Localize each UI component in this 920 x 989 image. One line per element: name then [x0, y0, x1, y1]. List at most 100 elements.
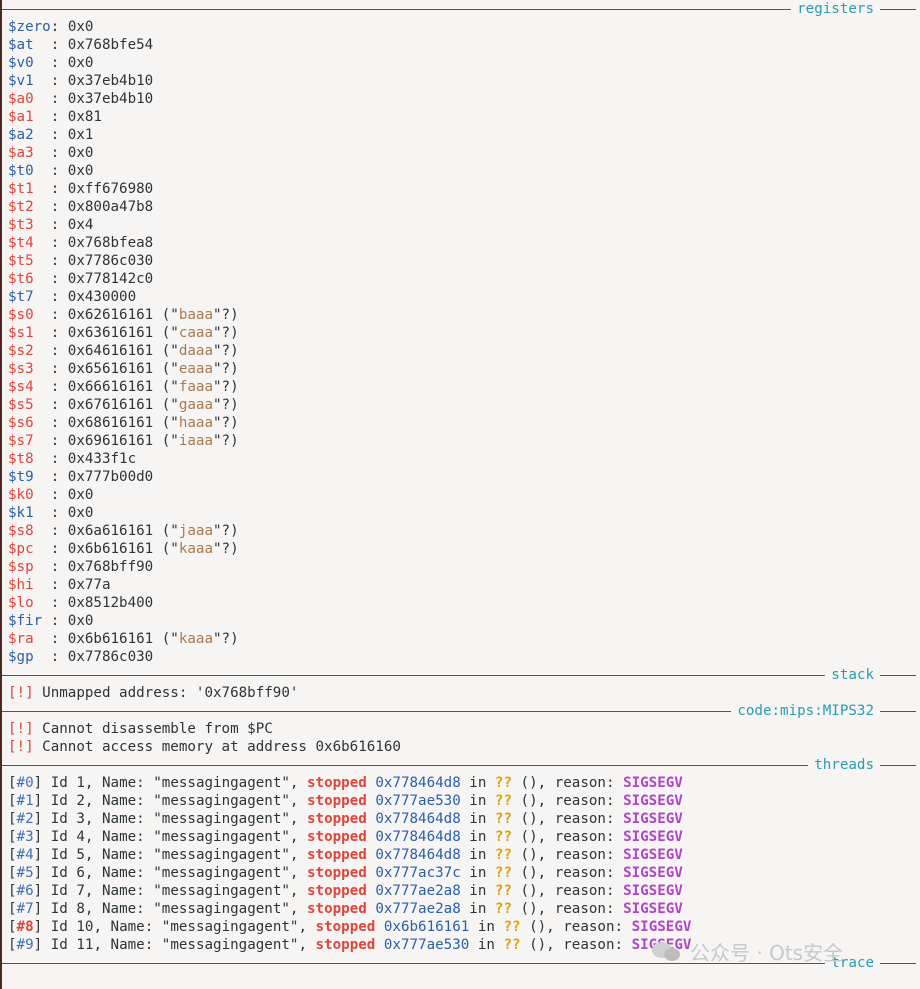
thread-address: 0x777ae530 [383, 937, 470, 953]
register-value: 0x81 [67, 109, 102, 125]
thread-row[interactable]: [#8] Id 10, Name: "messagingagent", stop… [8, 918, 920, 936]
thread-reason-label: (), reason: [512, 847, 624, 863]
register-string: daaa [178, 343, 214, 359]
thread-row[interactable]: [#2] Id 3, Name: "messagingagent", stopp… [8, 810, 920, 828]
thread-row[interactable]: [#0] Id 1, Name: "messagingagent", stopp… [8, 774, 920, 792]
register-value: 0x768bfe54 [67, 37, 154, 53]
thread-signal: SIGSEGV [623, 775, 683, 791]
code-header: code:mips:MIPS32 [2, 702, 920, 720]
thread-reason-label: (), reason: [512, 901, 624, 917]
register-value: 0x64616161 [67, 343, 154, 359]
thread-info: Id 10, Name: "messagingagent", [50, 919, 316, 935]
section-title-registers: registers [791, 0, 880, 18]
thread-row[interactable]: [#1] Id 2, Name: "messagingagent", stopp… [8, 792, 920, 810]
register-row: $pc : 0x6b616161 ("kaaa"?) [8, 541, 239, 557]
thread-row[interactable]: [#6] Id 7, Name: "messagingagent", stopp… [8, 882, 920, 900]
register-separator: : [33, 361, 68, 377]
thread-in: in [460, 883, 495, 899]
register-separator: : [33, 577, 68, 593]
thread-in: in [469, 919, 504, 935]
register-separator: : [33, 451, 68, 467]
thread-signal: SIGSEGV [623, 883, 683, 899]
thread-row[interactable]: [#5] Id 6, Name: "messagingagent", stopp… [8, 864, 920, 882]
thread-function: ?? [494, 901, 513, 917]
register-separator: : [33, 325, 68, 341]
register-row: $v0 : 0x0 [8, 54, 920, 72]
register-name: $s0 [8, 307, 34, 323]
thread-info: Id 5, Name: "messagingagent", [50, 847, 307, 863]
thread-signal: SIGSEGV [623, 901, 683, 917]
thread-function: ?? [494, 829, 513, 845]
register-separator: : [33, 649, 68, 665]
register-value: 0x0 [67, 505, 94, 521]
thread-state: stopped [306, 865, 367, 881]
register-separator: : [33, 271, 68, 287]
code-message-text: Cannot access memory at address 0x6b6161… [42, 739, 401, 755]
register-value: 0x7786c030 [67, 253, 154, 269]
register-name: $a3 [8, 145, 34, 161]
register-value: 0x1 [67, 127, 94, 143]
thread-in: in [460, 865, 495, 881]
register-row: $s5 : 0x67616161 ("gaaa"?) [8, 397, 239, 413]
register-row: $k0 : 0x0 [8, 486, 920, 504]
register-separator: : [33, 397, 68, 413]
thread-info: Id 4, Name: "messagingagent", [50, 829, 307, 845]
register-separator: : [33, 91, 68, 107]
register-value: 0x6b616161 [67, 631, 154, 647]
register-value: 0x777b00d0 [67, 469, 154, 485]
thread-address: 0x777ae2a8 [375, 883, 461, 899]
register-name: $t0 [8, 163, 34, 179]
thread-in: in [460, 793, 495, 809]
thread-signal: SIGSEGV [623, 829, 683, 845]
register-name: $fir [8, 613, 43, 629]
register-value: 0x0 [67, 19, 94, 35]
register-row: $t8 : 0x433f1c [8, 450, 920, 468]
thread-address: 0x778464d8 [375, 811, 461, 827]
thread-row[interactable]: [#7] Id 8, Name: "messagingagent", stopp… [8, 900, 920, 918]
register-row: $t0 : 0x0 [8, 162, 920, 180]
register-name: $lo [8, 595, 34, 611]
thread-in: in [460, 901, 495, 917]
thread-reason-label: (), reason: [512, 811, 624, 827]
register-value: 0x0 [67, 55, 94, 71]
warning-marker: [!] [8, 685, 34, 701]
register-value: 0x67616161 [67, 397, 154, 413]
register-separator: : [33, 73, 68, 89]
thread-state: stopped [306, 847, 367, 863]
thread-info: Id 7, Name: "messagingagent", [50, 883, 307, 899]
thread-info: Id 11, Name: "messagingagent", [50, 937, 316, 953]
thread-signal: SIGSEGV [623, 793, 683, 809]
register-separator: : [33, 37, 68, 53]
thread-function: ?? [494, 793, 513, 809]
code-message: [!] Cannot access memory at address 0x6b… [8, 738, 920, 756]
thread-row[interactable]: [#3] Id 4, Name: "messagingagent", stopp… [8, 828, 920, 846]
register-row: $t5 : 0x7786c030 [8, 252, 920, 270]
thread-address: 0x778464d8 [375, 829, 461, 845]
register-row: $t9 : 0x777b00d0 [8, 468, 920, 486]
thread-row[interactable]: [#4] Id 5, Name: "messagingagent", stopp… [8, 846, 920, 864]
register-name: $t2 [8, 199, 34, 215]
register-value: 0x0 [67, 487, 94, 503]
register-string: iaaa [178, 433, 214, 449]
register-name: $t7 [8, 289, 34, 305]
register-row: $a1 : 0x81 [8, 108, 920, 126]
register-name: $t1 [8, 181, 34, 197]
register-row: $lo : 0x8512b400 [8, 594, 920, 612]
register-name: $ra [8, 631, 34, 647]
register-row: $s6 : 0x68616161 ("haaa"?) [8, 415, 239, 431]
registers-list: $zero: 0x0 $at : 0x768bfe54 $v0 : 0x0 $v1 :… [8, 18, 920, 666]
register-separator: : [33, 433, 68, 449]
register-separator: : [33, 253, 68, 269]
stack-header: stack [2, 666, 920, 684]
register-string: haaa [178, 415, 214, 431]
thread-state: stopped [306, 901, 367, 917]
register-row: $s7 : 0x69616161 ("iaaa"?) [8, 433, 239, 449]
register-name: $t5 [8, 253, 34, 269]
register-separator: : [33, 289, 68, 305]
thread-address: 0x6b616161 [383, 919, 470, 935]
register-value: 0x430000 [67, 289, 137, 305]
register-row: $a2 : 0x1 [8, 126, 920, 144]
register-name: $a0 [8, 91, 34, 107]
register-name: $t8 [8, 451, 34, 467]
register-row: $fir : 0x0 [8, 612, 920, 630]
